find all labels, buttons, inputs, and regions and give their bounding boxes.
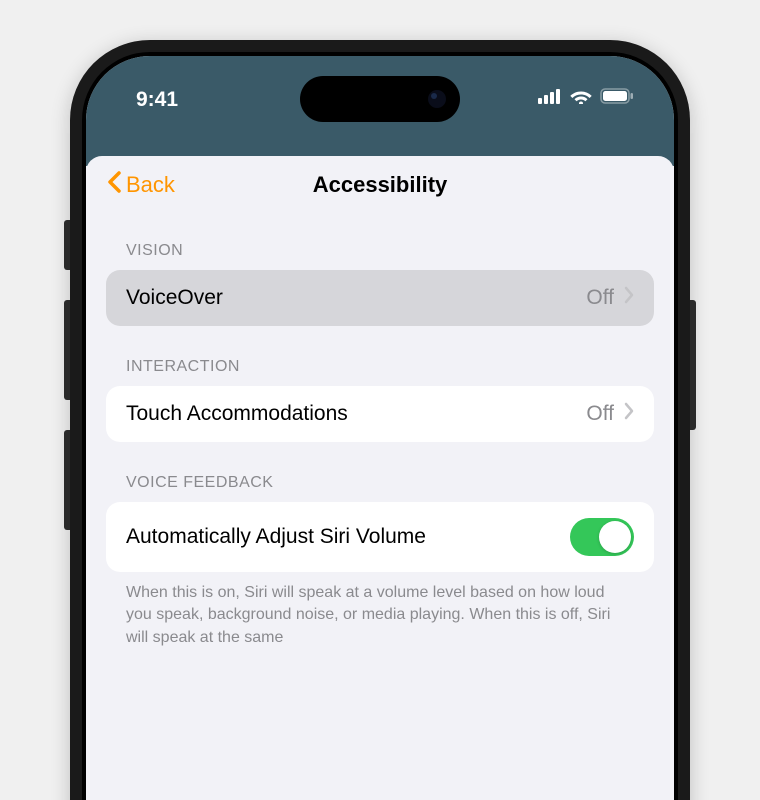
row-label: Automatically Adjust Siri Volume	[126, 525, 426, 549]
chevron-left-icon	[106, 170, 122, 200]
row-value: Off	[586, 402, 614, 426]
row-label: VoiceOver	[126, 286, 223, 310]
chevron-right-icon	[624, 286, 634, 310]
phone-device-frame: 9:41	[70, 40, 690, 800]
navigation-bar: Back Accessibility	[86, 156, 674, 214]
row-value: Off	[586, 286, 614, 310]
screen: 9:41	[86, 56, 674, 800]
cellular-signal-icon	[538, 88, 562, 104]
back-label: Back	[126, 172, 175, 198]
section-header-interaction: INTERACTION	[106, 326, 654, 386]
back-button[interactable]: Back	[106, 170, 175, 200]
dynamic-island	[300, 76, 460, 122]
row-label: Touch Accommodations	[126, 402, 348, 426]
page-title: Accessibility	[313, 172, 448, 198]
row-siri-volume[interactable]: Automatically Adjust Siri Volume	[106, 502, 654, 572]
row-touch-accommodations[interactable]: Touch Accommodations Off	[106, 386, 654, 442]
status-bar: 9:41	[86, 56, 674, 166]
siri-volume-toggle[interactable]	[570, 518, 634, 556]
battery-icon	[600, 88, 634, 104]
row-voiceover[interactable]: VoiceOver Off	[106, 270, 654, 326]
section-header-vision: VISION	[106, 214, 654, 270]
camera-icon	[428, 90, 446, 108]
section-footer-text: When this is on, Siri will speak at a vo…	[106, 572, 654, 649]
section-header-voice-feedback: VOICE FEEDBACK	[106, 442, 654, 502]
status-time: 9:41	[136, 88, 178, 112]
toggle-knob	[599, 521, 631, 553]
chevron-right-icon	[624, 402, 634, 426]
wifi-icon	[570, 88, 592, 104]
